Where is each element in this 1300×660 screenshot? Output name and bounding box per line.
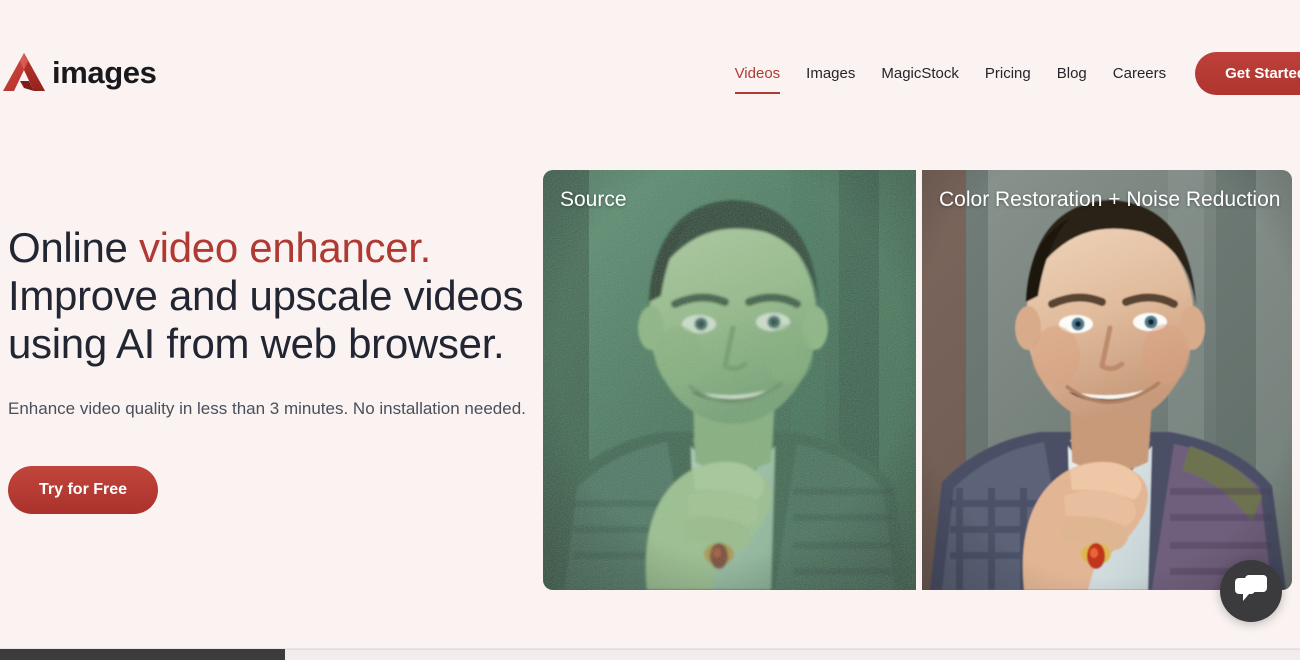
get-started-button[interactable]: Get Started: [1195, 52, 1300, 95]
main-navigation: Videos Images MagicStock Pricing Blog Ca…: [722, 52, 1300, 95]
nav-item-careers[interactable]: Careers: [1100, 62, 1179, 86]
nav-item-blog[interactable]: Blog: [1044, 62, 1100, 86]
hero-title: Online video enhancer. Improve and upsca…: [8, 224, 538, 368]
try-for-free-button[interactable]: Try for Free: [8, 466, 159, 514]
result-image-pane[interactable]: Color Restoration + Noise Reduction: [922, 170, 1292, 590]
nav-item-pricing[interactable]: Pricing: [972, 62, 1044, 86]
brand-name: images: [52, 54, 157, 90]
before-after-comparison: Source Color Restoration + Noise Reducti…: [543, 170, 1292, 590]
source-image-pane[interactable]: Source: [543, 170, 916, 590]
hero-title-line1-accent: video enhancer.: [138, 224, 432, 271]
nav-item-images[interactable]: Images: [793, 62, 868, 86]
nav-item-videos[interactable]: Videos: [722, 62, 794, 94]
nav-item-magicstock[interactable]: MagicStock: [868, 62, 972, 86]
horizontal-scrollbar-track[interactable]: [0, 649, 1300, 660]
brand-logo-link[interactable]: images: [0, 48, 157, 96]
chat-bubbles-icon: [1234, 574, 1268, 609]
triangle-a-logo-icon: [0, 48, 50, 96]
chat-widget-button[interactable]: [1220, 560, 1282, 622]
hero-copy: Online video enhancer. Improve and upsca…: [8, 224, 538, 514]
result-label: Color Restoration + Noise Reduction: [939, 188, 1281, 211]
source-label: Source: [560, 188, 627, 211]
hero-title-line2: Improve and upscale videos: [8, 272, 524, 319]
hero-title-line3: using AI from web browser.: [8, 320, 505, 367]
horizontal-scrollbar-thumb[interactable]: [0, 649, 285, 660]
hero-subtitle: Enhance video quality in less than 3 min…: [8, 399, 526, 418]
site-header: images Videos Images MagicStock Pricing …: [0, 0, 1300, 120]
hero-title-line1-plain: Online: [8, 224, 139, 271]
